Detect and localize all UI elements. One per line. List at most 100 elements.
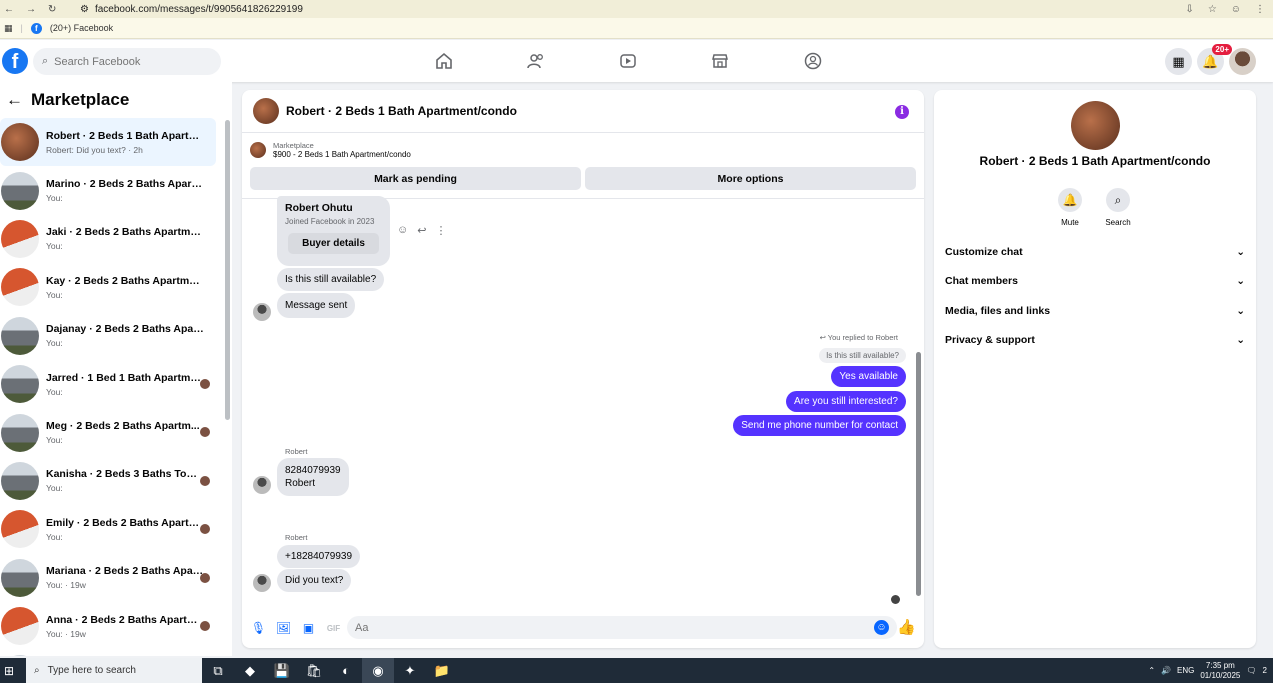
file-explorer-icon[interactable]: 📁 xyxy=(426,658,458,683)
message-sent-notice[interactable]: Message sent xyxy=(277,293,356,318)
taskbar-search[interactable]: ⌕ Type here to search xyxy=(26,658,202,683)
conversation-avatar[interactable] xyxy=(1,268,39,307)
conversation-avatar[interactable] xyxy=(1,607,39,646)
conversation-item[interactable]: Doris · 2 Beds 2 Baths Apartm... xyxy=(0,650,216,656)
section-media-files[interactable]: Media, files and links ⌄ xyxy=(945,305,1245,317)
url-field[interactable]: ⚙ facebook.com/messages/t/99056418262291… xyxy=(80,4,303,15)
chat-avatar[interactable] xyxy=(253,98,279,124)
install-icon[interactable]: ⇩ xyxy=(1185,4,1193,15)
profile-icon[interactable]: ☺ xyxy=(1231,4,1241,15)
gif-icon[interactable]: GIF xyxy=(327,622,340,635)
chat-title[interactable]: Robert · 2 Beds 1 Bath Apartment/condo xyxy=(286,104,517,118)
speaker-icon[interactable]: 🔊 xyxy=(1161,666,1171,675)
bookmark-facebook[interactable]: (20+) Facebook xyxy=(50,23,113,33)
clock[interactable]: 7:35 pm 01/10/2025 xyxy=(1200,661,1240,681)
apps-grid-icon[interactable]: ▦ xyxy=(4,23,13,34)
conversation-item[interactable]: Kay · 2 Beds 2 Baths Apartment/... You: xyxy=(0,263,216,311)
conversation-item[interactable]: Jaki · 2 Beds 2 Baths Apartment/... You: xyxy=(0,215,216,263)
taskbar-search-text[interactable]: Type here to search xyxy=(48,665,136,676)
reply-icon[interactable]: ↩ xyxy=(417,224,426,237)
section-chat-members[interactable]: Chat members ⌄ xyxy=(945,275,1245,287)
sticker-icon[interactable]: ▣ xyxy=(302,621,315,635)
conversation-avatar[interactable] xyxy=(1,123,39,162)
menu-grid-icon[interactable]: ▦ xyxy=(1165,48,1192,75)
phone-message[interactable]: 8284079939 Robert xyxy=(277,458,349,496)
chrome-icon[interactable]: ◉ xyxy=(362,658,394,683)
conversation-item[interactable]: Kanisha · 2 Beds 3 Baths Town... You: xyxy=(0,457,216,505)
section-customize-chat[interactable]: Customize chat ⌄ xyxy=(945,246,1245,258)
sender-avatar[interactable] xyxy=(253,303,271,321)
video-icon[interactable] xyxy=(618,51,638,71)
section-privacy-support[interactable]: Privacy & support ⌄ xyxy=(945,334,1245,346)
tray-up-icon[interactable]: ⌃ xyxy=(1148,666,1155,675)
profile-avatar[interactable] xyxy=(1071,101,1120,150)
back-icon[interactable]: ← xyxy=(4,4,14,15)
sender-avatar[interactable] xyxy=(253,476,271,494)
listing-thumbnail[interactable] xyxy=(250,142,266,158)
forward-icon[interactable]: → xyxy=(26,4,36,15)
phone-message-2[interactable]: +18284079939 xyxy=(277,545,361,568)
conversation-avatar[interactable] xyxy=(1,316,39,355)
mark-pending-button[interactable]: Mark as pending xyxy=(250,167,581,190)
save-app-icon[interactable]: 💾 xyxy=(266,658,298,683)
conversation-item[interactable]: Jarred · 1 Bed 1 Bath Apartme... You: xyxy=(0,360,216,408)
groups-icon[interactable] xyxy=(803,51,823,71)
quoted-message[interactable]: Is this still available? xyxy=(819,348,906,363)
emoji-icon[interactable]: ☺ xyxy=(874,620,889,635)
outgoing-message-2[interactable]: Are you still interested? xyxy=(786,391,906,412)
taskview-icon[interactable]: ⧉ xyxy=(202,658,234,683)
microphone-icon[interactable]: 🎙 xyxy=(251,621,266,635)
sidebar-scrollbar[interactable] xyxy=(225,120,230,420)
conversation-avatar[interactable] xyxy=(1,510,39,549)
react-icon[interactable]: ☺ xyxy=(397,224,408,237)
notification-center-icon[interactable]: 🗨 xyxy=(1246,666,1256,675)
like-icon[interactable]: 👍 xyxy=(897,618,916,636)
more-icon[interactable]: ⋮ xyxy=(435,224,446,237)
conversation-item[interactable]: Meg · 2 Beds 2 Baths Apartm... You: xyxy=(0,408,216,456)
facebook-logo-icon[interactable]: f xyxy=(2,48,28,74)
chat-scrollbar[interactable] xyxy=(916,352,921,596)
conversation-avatar[interactable] xyxy=(1,219,39,258)
mute-button[interactable]: 🔔 Mute xyxy=(1050,188,1090,227)
conversation-avatar[interactable] xyxy=(1,413,39,452)
listing-price[interactable]: $900 - 2 Beds 1 Bath Apartment/condo xyxy=(273,150,411,159)
back-arrow-icon[interactable]: ← xyxy=(6,90,23,110)
conversation-avatar[interactable] xyxy=(1,655,39,656)
account-avatar[interactable] xyxy=(1229,48,1256,75)
url-text[interactable]: facebook.com/messages/t/9905641826229199 xyxy=(95,4,303,15)
reload-icon[interactable]: ↻ xyxy=(48,4,56,15)
conversation-avatar[interactable] xyxy=(1,461,39,500)
info-icon[interactable]: i xyxy=(895,105,909,119)
conversation-item[interactable]: Mariana · 2 Beds 2 Baths Apart... You: · … xyxy=(0,554,216,602)
conversation-avatar[interactable] xyxy=(1,171,39,210)
conversation-item[interactable]: Anna · 2 Beds 2 Baths Apartm... You: · 19… xyxy=(0,602,216,650)
marketplace-icon[interactable] xyxy=(710,51,730,71)
bookmark-star-icon[interactable]: ☆ xyxy=(1208,4,1217,15)
more-options-button[interactable]: More options xyxy=(585,167,916,190)
conversation-item[interactable]: Robert · 2 Beds 1 Bath Apartmen... Robert… xyxy=(0,118,216,167)
outgoing-message-3[interactable]: Send me phone number for contact xyxy=(733,415,906,436)
message-available[interactable]: Is this still available? xyxy=(277,268,385,291)
windows-start-icon[interactable]: ⊞ xyxy=(4,664,14,678)
lang-indicator[interactable]: ENG xyxy=(1177,666,1194,675)
site-settings-icon[interactable]: ⚙ xyxy=(80,4,89,15)
buyer-details-button[interactable]: Buyer details xyxy=(288,233,379,254)
store-icon[interactable]: 🛍 xyxy=(298,658,330,683)
app-icon[interactable]: ✦ xyxy=(394,658,426,683)
photo-icon[interactable]: 🖼 xyxy=(276,621,291,635)
search-input[interactable] xyxy=(54,55,205,68)
conversation-avatar[interactable] xyxy=(1,365,39,404)
home-icon[interactable] xyxy=(434,51,454,71)
outgoing-message-1[interactable]: Yes available xyxy=(831,366,906,387)
conversation-item[interactable]: Dajanay · 2 Beds 2 Baths Apart... You: xyxy=(0,312,216,360)
conversation-item[interactable]: Marino · 2 Beds 2 Baths Apartm... You: xyxy=(0,166,216,214)
facebook-search[interactable]: ⌕ xyxy=(33,48,221,75)
edge-icon[interactable]: ◐ xyxy=(330,658,362,683)
notifications-button[interactable]: 🔔 20+ xyxy=(1197,44,1232,75)
conversation-item[interactable]: Emily · 2 Beds 2 Baths Apartm... You: xyxy=(0,505,216,553)
conversation-avatar[interactable] xyxy=(1,558,39,597)
message-input[interactable] xyxy=(347,616,897,639)
sender-avatar[interactable] xyxy=(253,574,271,592)
friends-icon[interactable] xyxy=(526,51,546,71)
last-message[interactable]: Did you text? xyxy=(277,569,352,592)
